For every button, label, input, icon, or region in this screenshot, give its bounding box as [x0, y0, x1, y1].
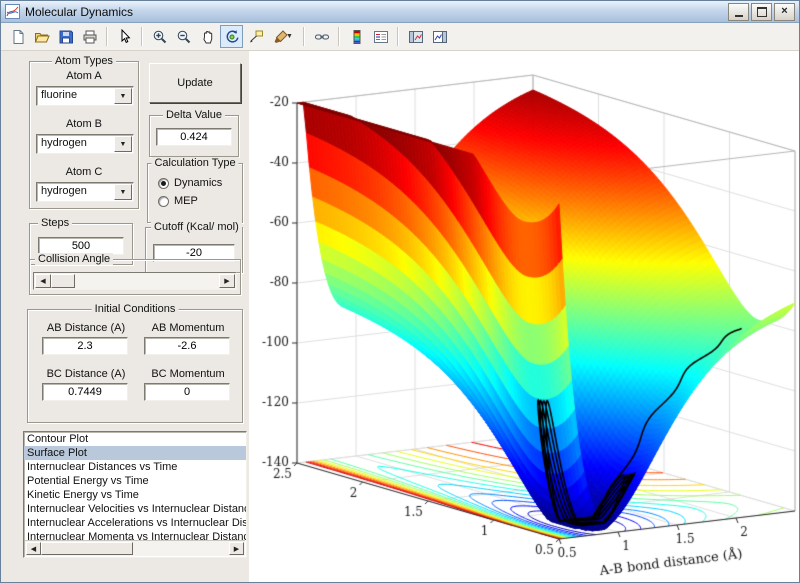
calculation-type-title: Calculation Type — [151, 157, 238, 169]
rotate-3d-icon[interactable] — [220, 25, 243, 48]
collision-angle-title: Collision Angle — [35, 253, 113, 265]
atom-a-dropdown[interactable]: fluorine ▼ — [36, 86, 134, 106]
brush-dropdown-icon[interactable]: ▼ — [286, 33, 293, 40]
bc-distance-field[interactable] — [42, 383, 128, 401]
toolbar-separator — [141, 27, 143, 46]
data-cursor-icon[interactable] — [244, 25, 267, 48]
list-item[interactable]: Contour Plot — [24, 432, 246, 446]
zoom-in-icon[interactable] — [148, 25, 171, 48]
list-item[interactable]: Internuclear Distances vs Time — [24, 460, 246, 474]
pan-hand-icon[interactable] — [196, 25, 219, 48]
list-item[interactable]: Internuclear Velocities vs Internuclear … — [24, 502, 246, 516]
close-icon: × — [781, 6, 787, 17]
atom-c-value: hydrogen — [41, 185, 115, 197]
new-document-icon[interactable] — [6, 25, 29, 48]
bc-distance-label: BC Distance (A) — [36, 368, 136, 380]
toolbar-separator — [303, 27, 305, 46]
minimize-icon — [735, 15, 743, 17]
zoom-out-icon[interactable] — [172, 25, 195, 48]
ab-momentum-field[interactable] — [144, 337, 230, 355]
atom-types-panel: Atom Types Atom A fluorine ▼ Atom B hydr… — [29, 61, 139, 209]
app-window: Molecular Dynamics × ▼ — [0, 0, 800, 583]
atom-b-dropdown[interactable]: hydrogen ▼ — [36, 134, 134, 154]
insert-legend-icon[interactable] — [369, 25, 392, 48]
list-item[interactable]: Internuclear Accelerations vs Internucle… — [24, 516, 246, 530]
plot-type-listbox[interactable]: Contour Plot Surface Plot Internuclear D… — [23, 431, 247, 558]
delta-value-title: Delta Value — [163, 109, 225, 121]
delta-value-panel: Delta Value — [149, 115, 239, 157]
link-plots-icon[interactable] — [310, 25, 333, 48]
edit-plot-pointer-icon[interactable] — [113, 25, 136, 48]
save-icon[interactable] — [54, 25, 77, 48]
initial-conditions-panel: Initial Conditions AB Distance (A) AB Mo… — [27, 309, 243, 423]
ab-distance-field[interactable] — [42, 337, 128, 355]
print-icon[interactable] — [78, 25, 101, 48]
update-button[interactable]: Update — [149, 63, 241, 103]
titlebar[interactable]: Molecular Dynamics × — [1, 1, 799, 23]
collision-angle-slider[interactable]: ◀ ▶ — [33, 272, 237, 290]
bc-momentum-field[interactable] — [144, 383, 230, 401]
collision-angle-panel: Collision Angle ◀ ▶ — [29, 259, 241, 295]
hide-plot-tools-icon[interactable] — [404, 25, 427, 48]
listbox-horizontal-scrollbar[interactable]: ◀ ▶ — [25, 540, 245, 556]
steps-title: Steps — [38, 217, 72, 229]
maximize-button[interactable] — [751, 3, 772, 21]
list-item[interactable]: Potential Energy vs Time — [24, 474, 246, 488]
atom-b-value: hydrogen — [41, 137, 115, 149]
cutoff-title: Cutoff (Kcal/ mol) — [151, 221, 242, 233]
pes-3d-plot[interactable] — [239, 51, 797, 580]
window-title: Molecular Dynamics — [25, 5, 726, 19]
calculation-type-panel: Calculation Type Dynamics MEP — [147, 163, 243, 223]
atom-a-label: Atom A — [30, 70, 138, 82]
maximize-icon — [757, 7, 767, 17]
delta-value-field[interactable] — [156, 128, 232, 146]
atom-c-dropdown[interactable]: hydrogen ▼ — [36, 182, 134, 202]
figure-toolbar: ▼ — [1, 23, 799, 51]
bc-momentum-label: BC Momentum — [138, 368, 238, 380]
chevron-down-icon[interactable]: ▼ — [114, 136, 132, 152]
control-panel: Atom Types Atom A fluorine ▼ Atom B hydr… — [1, 51, 251, 582]
dynamics-radio[interactable] — [158, 178, 169, 189]
brush-icon[interactable]: ▼ — [268, 25, 298, 48]
mep-radio[interactable] — [158, 196, 169, 207]
atom-a-value: fluorine — [41, 89, 115, 101]
show-plot-tools-icon[interactable] — [428, 25, 451, 48]
mep-radio-label[interactable]: MEP — [174, 195, 198, 207]
chevron-down-icon[interactable]: ▼ — [114, 184, 132, 200]
slider-thumb[interactable] — [51, 274, 75, 288]
toolbar-separator — [397, 27, 399, 46]
dynamics-radio-label[interactable]: Dynamics — [174, 177, 222, 189]
toolbar-separator — [338, 27, 340, 46]
slider-right-arrow-icon[interactable]: ▶ — [219, 274, 235, 288]
list-item-selected[interactable]: Surface Plot — [24, 446, 246, 460]
slider-left-arrow-icon[interactable]: ◀ — [35, 274, 51, 288]
scrollbar-thumb[interactable] — [41, 542, 133, 555]
atom-b-label: Atom B — [30, 118, 138, 130]
scroll-right-arrow-icon[interactable]: ▶ — [229, 542, 244, 555]
atom-types-title: Atom Types — [52, 55, 116, 67]
toolbar-separator — [106, 27, 108, 46]
scroll-left-arrow-icon[interactable]: ◀ — [26, 542, 41, 555]
close-button[interactable]: × — [774, 3, 795, 21]
chevron-down-icon[interactable]: ▼ — [114, 88, 132, 104]
app-icon — [5, 4, 20, 19]
ab-distance-label: AB Distance (A) — [36, 322, 136, 334]
initial-conditions-title: Initial Conditions — [92, 303, 179, 315]
ab-momentum-label: AB Momentum — [138, 322, 238, 334]
minimize-button[interactable] — [728, 3, 749, 21]
figure-area: Atom Types Atom A fluorine ▼ Atom B hydr… — [1, 51, 799, 582]
atom-c-label: Atom C — [30, 166, 138, 178]
open-folder-icon[interactable] — [30, 25, 53, 48]
list-item[interactable]: Kinetic Energy vs Time — [24, 488, 246, 502]
insert-colorbar-icon[interactable] — [345, 25, 368, 48]
